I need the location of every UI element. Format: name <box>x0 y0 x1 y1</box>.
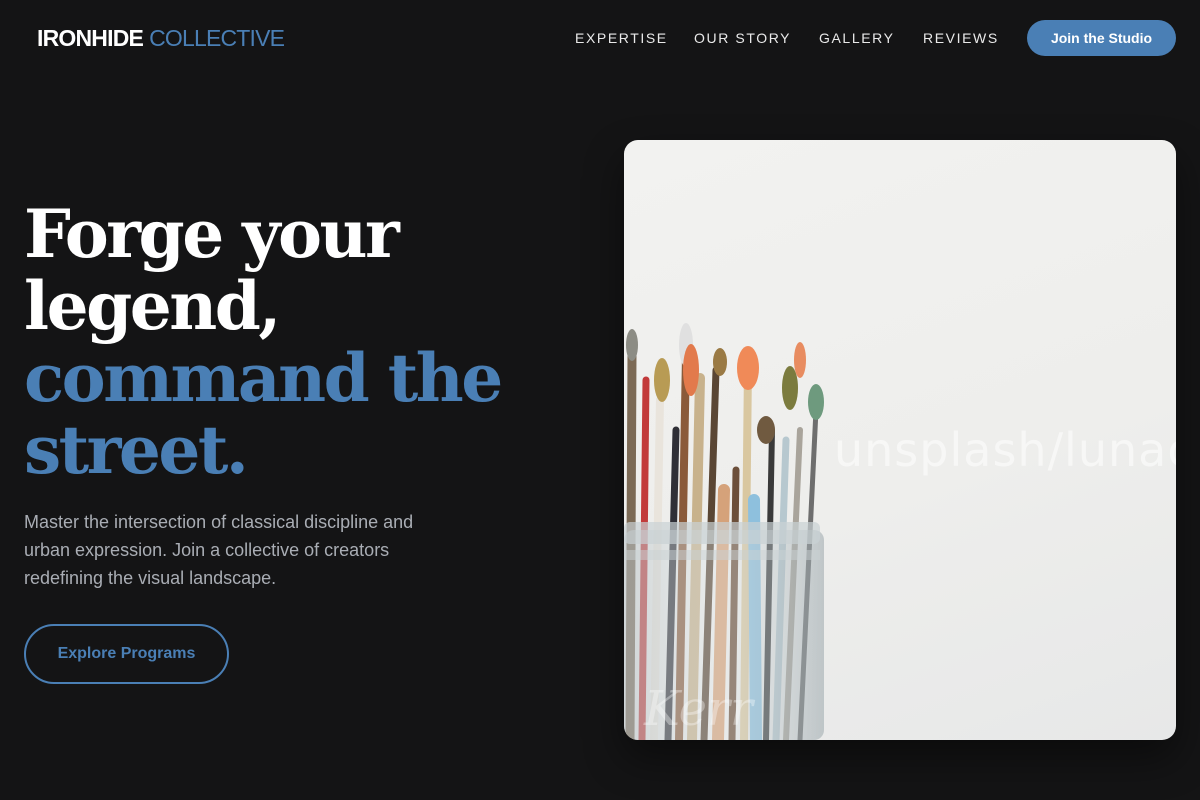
photo-watermark: unsplash/lunaceros.tokyo <box>834 423 1176 477</box>
hero-subcopy: Master the intersection of classical dis… <box>24 512 414 588</box>
hero-photo: Kerr unsplash/lunaceros.tokyo <box>624 140 1176 740</box>
hero-headline: Forge your legend, command the street. <box>24 198 584 486</box>
headline-line-2: legend, <box>24 267 281 345</box>
nav-link-expertise[interactable]: EXPERTISE <box>575 29 668 47</box>
nav-link-our-story[interactable]: OUR STORY <box>694 29 791 47</box>
explore-programs-button[interactable]: Explore Programs <box>24 624 229 684</box>
nav-link-reviews[interactable]: REVIEWS <box>923 29 999 47</box>
headline-line-4: street. <box>24 411 249 489</box>
svg-text:Kerr: Kerr <box>643 681 756 737</box>
headline-line-1: Forge your <box>24 195 400 273</box>
site-header: IRONHIDE COLLECTIVE EXPERTISE OUR STORY G… <box>0 0 1200 76</box>
headline-line-3: command the <box>24 339 503 417</box>
main-nav: EXPERTISE OUR STORY GALLERY REVIEWS <box>0 29 1200 47</box>
join-studio-button[interactable]: Join the Studio <box>1027 20 1176 56</box>
nav-link-gallery[interactable]: GALLERY <box>819 29 895 47</box>
